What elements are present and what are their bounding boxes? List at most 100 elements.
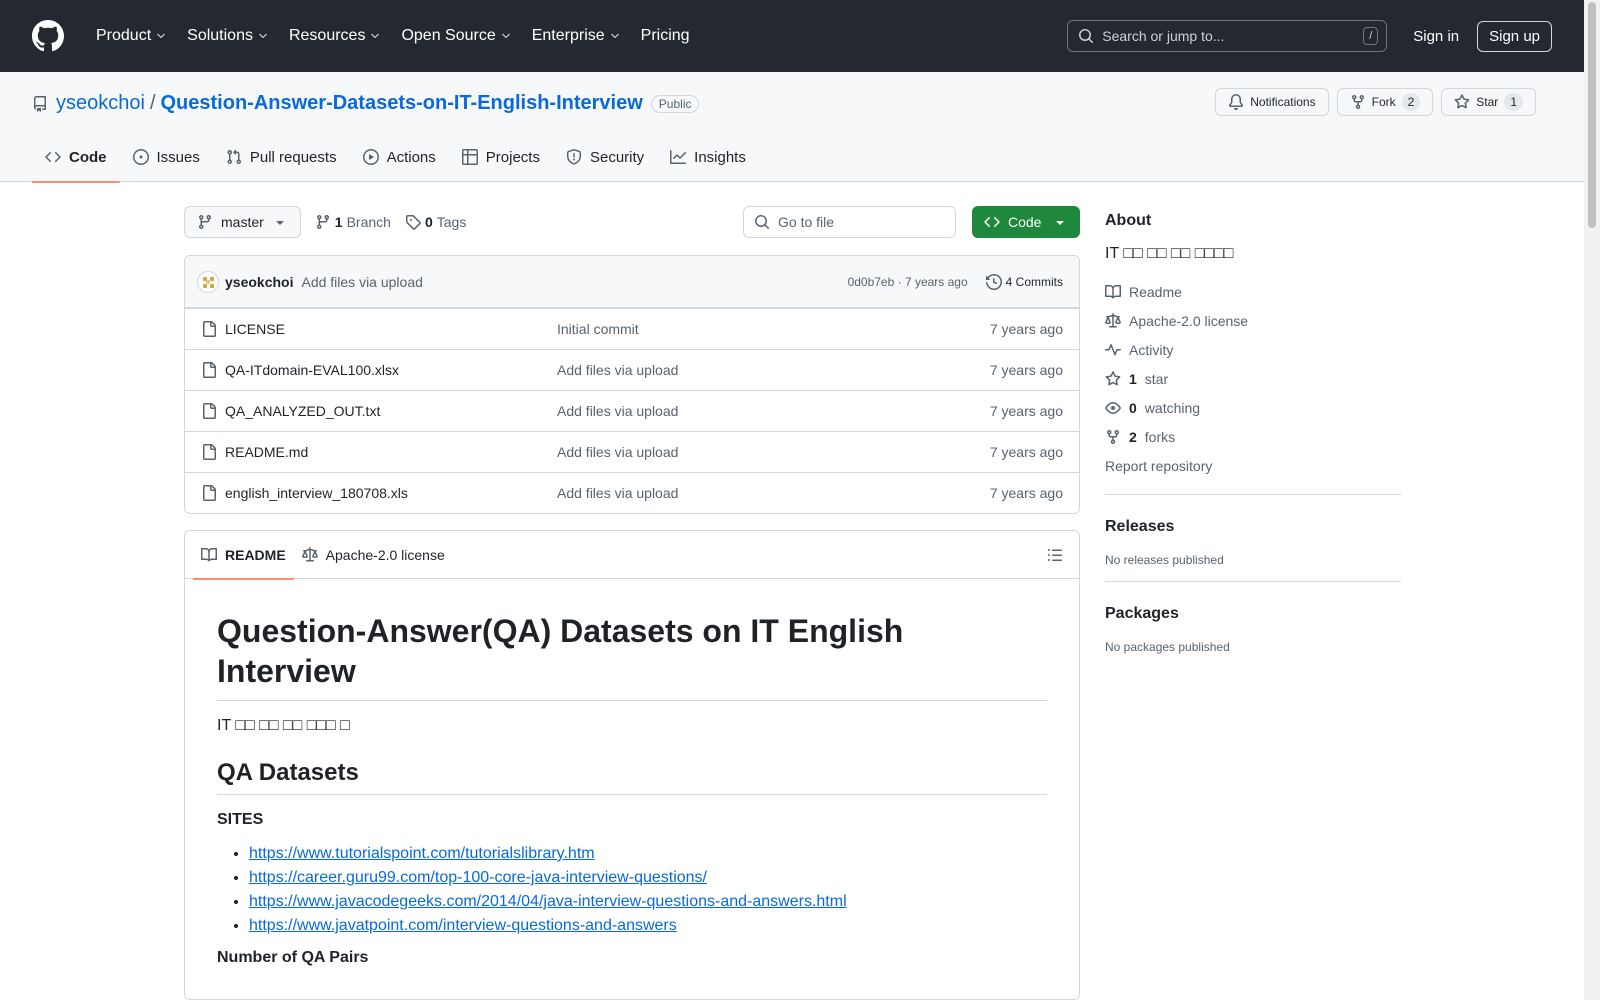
- about-links: Readme Apache-2.0 license Activity 1 sta…: [1105, 277, 1401, 480]
- file-icon: [203, 444, 216, 460]
- file-commit-message[interactable]: Add files via upload: [557, 362, 990, 378]
- fork-button[interactable]: Fork 2: [1336, 88, 1434, 116]
- graph-icon: [670, 150, 687, 164]
- avatar[interactable]: [197, 270, 219, 293]
- commit-author-link[interactable]: yseokchoi: [225, 274, 293, 290]
- forks-link[interactable]: 2 forks: [1105, 422, 1401, 451]
- latest-commit-bar: yseokchoi Add files via upload 0d0b7eb ·…: [185, 256, 1079, 308]
- activity-link[interactable]: Activity: [1105, 335, 1401, 364]
- branch-icon: [316, 215, 329, 230]
- nav-enterprise[interactable]: Enterprise: [524, 21, 629, 51]
- stars-link[interactable]: 1 star: [1105, 364, 1401, 393]
- global-search[interactable]: Search or jump to... /: [1067, 20, 1388, 52]
- github-logo-icon[interactable]: [32, 20, 64, 52]
- repo-name-link[interactable]: Question-Answer-Datasets-on-IT-English-I…: [161, 92, 643, 115]
- packages-heading-link[interactable]: Packages: [1105, 598, 1401, 630]
- book-icon: [201, 547, 217, 561]
- repo-actions: Notifications Fork 2 Star 1: [1215, 88, 1536, 116]
- repo-icon: [34, 95, 46, 112]
- releases-empty: No releases published: [1105, 553, 1224, 567]
- nav-resources[interactable]: Resources: [281, 21, 389, 51]
- visibility-badge: Public: [650, 94, 700, 113]
- search-shortcut-key: /: [1363, 27, 1379, 45]
- tags-link[interactable]: 0 Tags: [405, 214, 466, 230]
- file-name-link[interactable]: LICENSE: [225, 321, 557, 337]
- readme-link[interactable]: Readme: [1105, 277, 1401, 306]
- table-icon: [461, 149, 478, 165]
- site-link[interactable]: https://www.javatpoint.com/interview-que…: [249, 917, 677, 934]
- law-icon: [301, 546, 318, 561]
- bell-icon: [1229, 94, 1244, 110]
- tab-readme[interactable]: README: [193, 531, 294, 580]
- branches-link[interactable]: 1 Branch: [315, 214, 391, 230]
- notifications-button[interactable]: Notifications: [1215, 88, 1329, 116]
- file-icon: [203, 362, 216, 378]
- file-row[interactable]: QA_ANALYZED_OUT.txt Add files via upload…: [185, 390, 1079, 431]
- list-item: https://career.guru99.com/top-100-core-j…: [249, 869, 1047, 887]
- commit-hash-time[interactable]: 0d0b7eb · 7 years ago: [848, 275, 968, 289]
- site-link[interactable]: https://www.javacodegeeks.com/2014/04/ja…: [249, 893, 847, 910]
- file-commit-message[interactable]: Initial commit: [557, 321, 990, 337]
- go-to-file-input[interactable]: Go to file: [743, 206, 956, 238]
- tab-license[interactable]: Apache-2.0 license: [294, 531, 453, 579]
- divider: [1105, 494, 1401, 495]
- nav-product[interactable]: Product: [88, 21, 175, 51]
- about-heading: About: [1105, 212, 1152, 229]
- file-name-link[interactable]: QA_ANALYZED_OUT.txt: [225, 403, 557, 419]
- file-commit-message[interactable]: Add files via upload: [557, 444, 990, 460]
- tab-insights[interactable]: Insights: [657, 132, 759, 182]
- top-nav: Product Solutions Resources Open Source …: [88, 21, 698, 51]
- tab-code[interactable]: Code: [32, 132, 120, 183]
- tab-issues[interactable]: Issues: [120, 132, 213, 182]
- license-link[interactable]: Apache-2.0 license: [1105, 306, 1401, 335]
- sign-in-link[interactable]: Sign in: [1403, 22, 1469, 51]
- tab-actions[interactable]: Actions: [350, 132, 449, 182]
- report-repository-link[interactable]: Report repository: [1105, 451, 1401, 480]
- code-dropdown-button[interactable]: Code: [972, 206, 1080, 238]
- file-row[interactable]: LICENSE Initial commit 7 years ago: [185, 308, 1079, 349]
- branch-select-button[interactable]: master: [184, 206, 301, 238]
- code-icon: [45, 151, 61, 163]
- watchers-link[interactable]: 0 watching: [1105, 393, 1401, 422]
- file-age: 7 years ago: [989, 321, 1063, 337]
- readme-heading-pairs: Number of QA Pairs: [217, 949, 369, 966]
- file-row[interactable]: english_interview_180708.xls Add files v…: [185, 472, 1079, 513]
- site-link[interactable]: https://www.tutorialspoint.com/tutorials…: [249, 845, 595, 862]
- releases-heading-link[interactable]: Releases: [1105, 511, 1401, 543]
- tab-projects[interactable]: Projects: [449, 132, 553, 182]
- file-commit-message[interactable]: Add files via upload: [557, 403, 990, 419]
- star-button[interactable]: Star 1: [1441, 88, 1536, 116]
- file-row[interactable]: QA-ITdomain-EVAL100.xlsx Add files via u…: [185, 349, 1079, 390]
- list-unordered-icon[interactable]: [1047, 547, 1063, 563]
- tab-security[interactable]: Security: [553, 132, 657, 182]
- go-to-file-placeholder: Go to file: [778, 214, 835, 230]
- scrollbar-thumb[interactable]: [1588, 2, 1596, 228]
- repo-owner-link[interactable]: yseokchoi: [56, 92, 145, 115]
- nav-open-source[interactable]: Open Source: [393, 21, 519, 51]
- caret-down-icon: [1056, 221, 1064, 225]
- page-scrollbar[interactable]: [1584, 0, 1600, 1000]
- global-header: Product Solutions Resources Open Source …: [0, 0, 1584, 72]
- nav-solutions[interactable]: Solutions: [179, 21, 277, 51]
- file-name-link[interactable]: QA-ITdomain-EVAL100.xlsx: [225, 362, 557, 378]
- search-placeholder: Search or jump to...: [1102, 28, 1225, 44]
- commits-history-link[interactable]: 4 Commits: [985, 273, 1063, 290]
- file-name-link[interactable]: english_interview_180708.xls: [225, 485, 557, 501]
- sign-up-button[interactable]: Sign up: [1477, 20, 1552, 52]
- file-name-link[interactable]: README.md: [225, 444, 557, 460]
- file-row[interactable]: README.md Add files via upload 7 years a…: [185, 431, 1079, 472]
- readme-panel: README Apache-2.0 license Question-Answe…: [184, 530, 1080, 1000]
- file-navigation: master 1 Branch 0 Tags Go to file Code: [184, 205, 1080, 239]
- branch-icon: [198, 215, 211, 230]
- file-age: 7 years ago: [989, 485, 1063, 501]
- repo-tabs: Code Issues Pull requests Actions Projec…: [32, 132, 759, 183]
- nav-pricing[interactable]: Pricing: [633, 21, 698, 51]
- commit-message-link[interactable]: Add files via upload: [301, 274, 422, 290]
- divider: [1105, 581, 1401, 582]
- code-icon: [984, 216, 1000, 228]
- star-count: 1: [1504, 93, 1523, 111]
- tab-pull-requests[interactable]: Pull requests: [213, 132, 350, 182]
- about-sidebar: About IT □□ □□ □□ □□□□ Readme Apache-2.0…: [1105, 205, 1401, 654]
- file-commit-message[interactable]: Add files via upload: [557, 485, 990, 501]
- site-link[interactable]: https://career.guru99.com/top-100-core-j…: [249, 869, 707, 886]
